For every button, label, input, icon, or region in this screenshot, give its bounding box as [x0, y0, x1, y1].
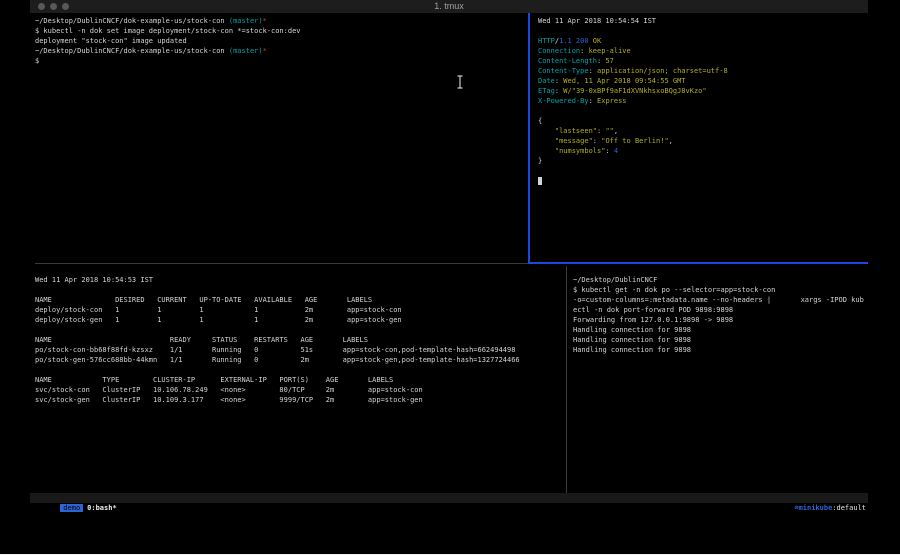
terminal-line: Wed 11 Apr 2018 10:54:53 IST	[35, 275, 565, 285]
kube-context-label: minikube	[799, 504, 833, 512]
terminal-line: Handling connection for 9898	[573, 345, 868, 355]
pane-bottom-right-port-forward[interactable]: ~/Desktop/DublinCNCF$ kubectl get -n dok…	[568, 266, 868, 493]
terminal-line: Date: Wed, 11 Apr 2018 09:54:55 GMT	[538, 76, 868, 86]
tmux-session-name: demo	[60, 504, 83, 512]
kube-namespace-label: :default	[832, 504, 866, 512]
terminal-line: Wed 11 Apr 2018 10:54:54 IST	[538, 16, 868, 26]
terminal-line: -o=custom-columns=:metadata.name --no-he…	[573, 295, 868, 305]
terminal-line	[538, 176, 868, 186]
desktop-background: 1. tmux ~/Desktop/DublinCNCF/dok-example…	[0, 0, 900, 555]
terminal-line: HTTP/1.1 200 OK	[538, 36, 868, 46]
terminal-line: ectl -n dok port-forward POD 9898:9898	[573, 305, 868, 315]
terminal-line: $ kubectl -n dok set image deployment/st…	[35, 26, 528, 36]
terminal-line: "lastseen": "",	[538, 126, 868, 136]
traffic-lights	[38, 3, 69, 10]
terminal-line: $ kubectl get -n dok po --selector=app=s…	[573, 285, 868, 295]
terminal-line: "message": "Off to Berlin!",	[538, 136, 868, 146]
terminal-line: Content-Type: application/json; charset=…	[538, 66, 868, 76]
pane-bottom-left-kubectl-tables[interactable]: Wed 11 Apr 2018 10:54:53 IST NAME DESIRE…	[30, 266, 565, 493]
tmux-status-right: ☸minikube:default	[761, 493, 866, 523]
zoom-window-button[interactable]	[62, 3, 69, 10]
terminal-line: svc/stock-con ClusterIP 10.106.78.249 <n…	[35, 385, 565, 395]
minimize-window-button[interactable]	[50, 3, 57, 10]
window-title: 1. tmux	[30, 0, 868, 13]
pane-divider-vertical-bottom[interactable]	[566, 266, 567, 493]
terminal-line: deployment "stock-con" image updated	[35, 36, 528, 46]
terminal-line	[538, 166, 868, 176]
terminal-line: ~/Desktop/DublinCNCF	[573, 275, 868, 285]
pane-top-right-http-response[interactable]: Wed 11 Apr 2018 10:54:54 IST HTTP/1.1 20…	[531, 13, 868, 262]
terminal-line	[35, 285, 565, 295]
terminal-line: NAME TYPE CLUSTER-IP EXTERNAL-IP PORT(S)…	[35, 375, 565, 385]
tmux-status-bar: demo0:bash* ☸minikube:default	[30, 493, 868, 503]
terminal-line: deploy/stock-con 1 1 1 1 2m app=stock-co…	[35, 305, 565, 315]
close-window-button[interactable]	[38, 3, 45, 10]
terminal-line: Connection: keep-alive	[538, 46, 868, 56]
terminal-line: po/stock-con-bb68f88fd-kzsxz 1/1 Running…	[35, 345, 565, 355]
terminal-line: Forwarding from 127.0.0.1:9898 -> 9898	[573, 315, 868, 325]
terminal-line: $	[35, 56, 528, 66]
terminal-line: "numsymbols": 4	[538, 146, 868, 156]
terminal-line: ~/Desktop/DublinCNCF/dok-example-us/stoc…	[35, 16, 528, 26]
terminal-line: NAME READY STATUS RESTARTS AGE LABELS	[35, 335, 565, 345]
terminal-line	[538, 26, 868, 36]
terminal-line: deploy/stock-gen 1 1 1 1 2m app=stock-ge…	[35, 315, 565, 325]
window-titlebar[interactable]: 1. tmux	[30, 0, 868, 13]
pane-divider-vertical-top-active[interactable]	[528, 13, 530, 264]
terminal-line: svc/stock-gen ClusterIP 10.109.3.177 <no…	[35, 395, 565, 405]
terminal-line: Content-Length: 57	[538, 56, 868, 66]
terminal-line	[35, 365, 565, 375]
terminal-line	[538, 106, 868, 116]
tmux-window-label[interactable]: 0:bash*	[87, 504, 117, 512]
terminal-line: Handling connection for 9898	[573, 335, 868, 345]
terminal-line: ~/Desktop/DublinCNCF/dok-example-us/stoc…	[35, 46, 528, 56]
terminal-line: }	[538, 156, 868, 166]
terminal-window: 1. tmux ~/Desktop/DublinCNCF/dok-example…	[30, 0, 868, 503]
pane-divider-horizontal-right-active[interactable]	[528, 262, 868, 264]
pane-top-left-shell[interactable]: ~/Desktop/DublinCNCF/dok-example-us/stoc…	[30, 13, 528, 262]
terminal-line: NAME DESIRED CURRENT UP-TO-DATE AVAILABL…	[35, 295, 565, 305]
terminal-line: X-Powered-By: Express	[538, 96, 868, 106]
pane-divider-horizontal-left[interactable]	[35, 263, 528, 264]
terminal-line: ETag: W/"39-0xBPf9aF1dXVNkhsxoBQgJ8vKzo"	[538, 86, 868, 96]
terminal-line: Handling connection for 9898	[573, 325, 868, 335]
terminal-line: {	[538, 116, 868, 126]
terminal-line: po/stock-gen-576cc688bb-44kmn 1/1 Runnin…	[35, 355, 565, 365]
mouse-ibeam-cursor	[456, 75, 464, 89]
terminal-line	[35, 325, 565, 335]
tmux-pane-grid: ~/Desktop/DublinCNCF/dok-example-us/stoc…	[30, 13, 868, 493]
